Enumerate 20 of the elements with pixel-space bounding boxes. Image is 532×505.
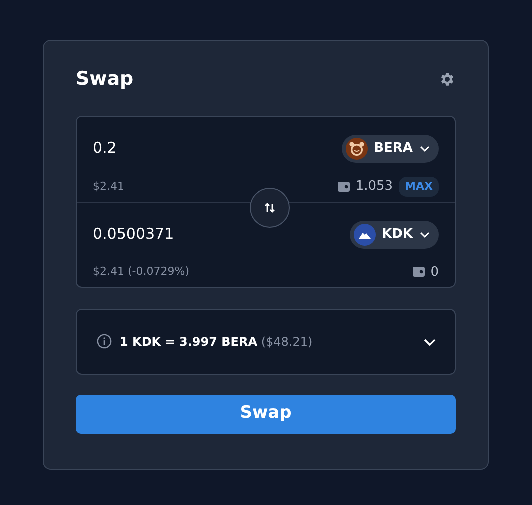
mountain-logo-icon [354,224,376,246]
info-icon [97,334,112,349]
usd-value: $2.41 [93,178,124,194]
bear-logo-icon [346,138,368,160]
balance-value: 0 [430,264,439,282]
usd-value: $2.41 (-0.0729%) [93,264,190,280]
wallet-icon [338,182,350,192]
card-title: Swap [76,67,134,92]
amount-input[interactable]: 0.2 [93,137,293,160]
exchange-rate: 1 KDK = 3.997 BERA ($48.21) [120,334,313,350]
swap-arrows-icon [264,202,276,214]
token-selector[interactable]: BERA [342,134,439,162]
token-selector[interactable]: KDK [350,220,439,248]
settings-icon[interactable] [439,70,456,88]
amount-input[interactable]: 0.0500371 [93,223,293,246]
flip-button[interactable] [250,188,290,228]
max-button[interactable]: MAX [399,176,439,197]
wallet-icon [412,267,425,278]
balance-value: 1.053 [356,178,394,196]
swap-button[interactable]: Swap [76,394,456,434]
